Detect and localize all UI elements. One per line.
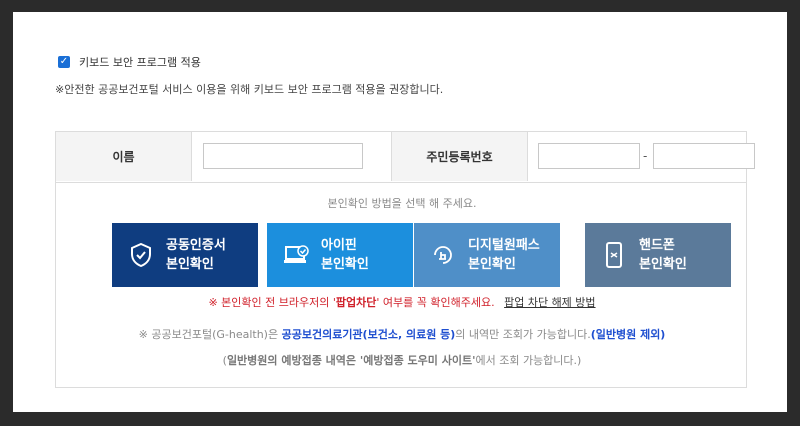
popup-unblock-help-link[interactable]: 팝업 차단 해제 방법	[504, 296, 595, 309]
coverage-notice-exclusion: (일반병원 제외)	[590, 328, 666, 341]
mobile-phone-icon	[601, 242, 627, 268]
name-label: 이름	[56, 132, 192, 181]
coverage-notice-prefix: ※ 공공보건포털(G-health)은	[138, 328, 282, 341]
auth-panel: ✓ 키보드 보안 프로그램 적용 ※안전한 공공보건포털 서비스 이용을 위해 …	[13, 12, 787, 412]
vaccination-notice-suffix: 에서 조회 가능합니다.)	[475, 354, 582, 367]
vaccination-helper-notice: (일반병원의 예방접종 내역은 '예방접종 도우미 사이트'에서 조회 가능합니…	[56, 352, 748, 368]
rrn-label: 주민등록번호	[391, 132, 528, 181]
certificate-auth-label: 공동인증서 본인확인	[166, 238, 226, 272]
ipin-auth-label: 아이핀 본인확인	[321, 238, 369, 272]
name-input[interactable]	[203, 143, 363, 169]
mobile-phone-auth-button[interactable]: 핸드폰 본인확인	[585, 223, 731, 287]
laptop-check-icon	[283, 242, 309, 268]
rrn-front-input[interactable]	[538, 143, 640, 169]
popup-warning-prefix: ※ 본인확인 전 브라우저의 '	[208, 296, 336, 309]
rrn-dash: -	[643, 149, 648, 163]
ipin-auth-button[interactable]: 아이핀 본인확인	[267, 223, 413, 287]
coverage-notice-institutions: 공공보건의료기관(보건소, 의료원 등)	[281, 328, 456, 341]
mobile-phone-auth-label: 핸드폰 본인확인	[639, 238, 687, 272]
digital-onepass-auth-button[interactable]: 디지털원패스 본인확인	[414, 223, 560, 287]
keyboard-security-note: ※안전한 공공보건포털 서비스 이용을 위해 키보드 보안 프로그램 적용을 권…	[55, 83, 444, 96]
coverage-notice: ※ 공공보건포털(G-health)은 공공보건의료기관(보건소, 의료원 등)…	[56, 326, 748, 342]
popup-block-warning: ※ 본인확인 전 브라우저의 '팝업차단' 여부를 꼭 확인해주세요. 팝업 차…	[56, 294, 748, 310]
auth-method-hint: 본인확인 방법을 선택 해 주세요.	[327, 197, 477, 210]
rrn-back-input[interactable]	[653, 143, 755, 169]
popup-warning-suffix: ' 여부를 꼭 확인해주세요.	[376, 296, 495, 309]
popup-warning-emphasis: 팝업차단	[335, 296, 377, 309]
keyboard-security-option[interactable]: ✓ 키보드 보안 프로그램 적용	[58, 55, 201, 69]
touch-icon	[430, 242, 456, 268]
keyboard-security-checkbox[interactable]: ✓	[58, 56, 70, 68]
shield-icon	[128, 242, 154, 268]
keyboard-security-label: 키보드 보안 프로그램 적용	[79, 56, 201, 69]
vaccination-notice-emphasis: 일반병원의 예방접종 내역은 '예방접종 도우미 사이트'	[226, 354, 476, 367]
certificate-auth-button[interactable]: 공동인증서 본인확인	[112, 223, 258, 287]
digital-onepass-auth-label: 디지털원패스 본인확인	[468, 238, 540, 272]
coverage-notice-middle: 의 내역만 조회가 가능합니다.	[455, 328, 591, 341]
identity-input-row: 이름 주민등록번호 -	[56, 132, 755, 183]
identity-form: 이름 주민등록번호 - 본인확인 방법을 선택 해 주세요. 공동인증서 본인확…	[55, 131, 755, 388]
